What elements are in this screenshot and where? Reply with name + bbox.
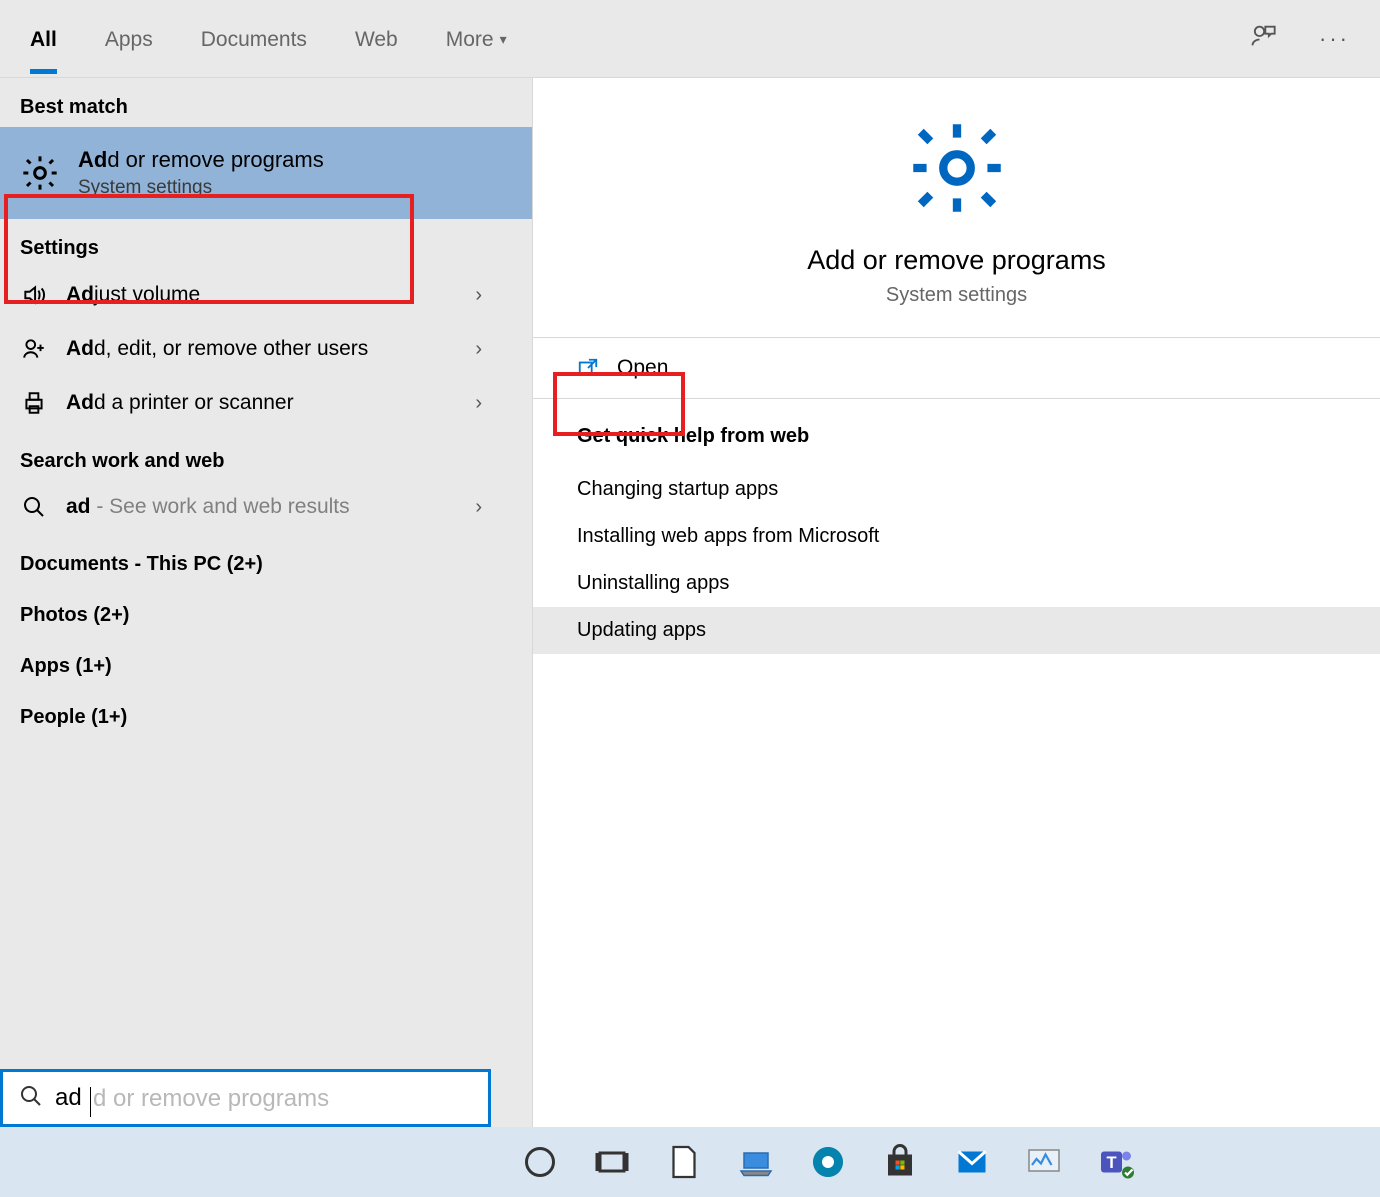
gear-icon-large — [907, 118, 1007, 223]
search-icon — [20, 495, 48, 519]
photos-label[interactable]: Photos (2+) — [0, 584, 532, 635]
svg-text:T: T — [1106, 1154, 1116, 1172]
chevron-right-icon: › — [475, 284, 512, 307]
tab-documents[interactable]: Documents — [201, 4, 307, 74]
teams-icon[interactable]: T — [1096, 1142, 1136, 1182]
quick-help-title: Get quick help from web — [577, 425, 1336, 448]
chevron-right-icon: › — [475, 338, 512, 361]
laptop-icon[interactable] — [736, 1142, 776, 1182]
apps-group-label[interactable]: Apps (1+) — [0, 635, 532, 686]
cortana-icon[interactable] — [520, 1142, 560, 1182]
people-label[interactable]: People (1+) — [0, 686, 532, 737]
libreoffice-icon[interactable] — [664, 1142, 704, 1182]
detail-subtitle: System settings — [886, 284, 1027, 307]
mail-icon[interactable] — [952, 1142, 992, 1182]
filter-tabs: All Apps Documents Web More▾ ··· — [0, 0, 1380, 78]
search-box[interactable] — [0, 1069, 491, 1127]
chevron-right-icon: › — [475, 392, 512, 415]
best-match-item[interactable]: Add or remove programs System settings — [0, 127, 532, 219]
best-match-label: Best match — [0, 78, 532, 127]
web-result-item[interactable]: ad - See work and web results › — [0, 481, 532, 533]
documents-pc-label[interactable]: Documents - This PC (2+) — [0, 533, 532, 584]
help-link-webapps[interactable]: Installing web apps from Microsoft — [533, 513, 1380, 560]
tab-all[interactable]: All — [30, 4, 57, 74]
help-link-update[interactable]: Updating apps — [533, 607, 1380, 654]
tab-web[interactable]: Web — [355, 4, 398, 74]
search-input[interactable] — [55, 1084, 472, 1112]
chevron-right-icon: › — [475, 496, 512, 519]
more-options-icon[interactable]: ··· — [1319, 26, 1350, 52]
settings-item-printer[interactable]: Add a printer or scanner › — [0, 376, 532, 430]
detail-panel: Add or remove programs System settings O… — [533, 78, 1380, 1127]
help-link-uninstall[interactable]: Uninstalling apps — [533, 560, 1380, 607]
monitor-app-icon[interactable] — [1024, 1142, 1064, 1182]
detail-title: Add or remove programs — [807, 245, 1106, 276]
taskbar: T — [0, 1127, 1380, 1197]
help-link-startup[interactable]: Changing startup apps — [533, 466, 1380, 513]
printer-icon — [20, 390, 48, 416]
tab-more[interactable]: More▾ — [446, 4, 507, 74]
gear-icon — [20, 153, 60, 193]
search-icon — [19, 1084, 43, 1113]
edge-icon[interactable] — [808, 1142, 848, 1182]
results-panel: Best match Add or remove programs System… — [0, 78, 533, 1127]
settings-item-users[interactable]: Add, edit, or remove other users › — [0, 322, 532, 376]
settings-item-volume[interactable]: Adjust volume › — [0, 268, 532, 322]
best-match-subtitle: System settings — [78, 177, 324, 199]
user-plus-icon — [20, 336, 48, 362]
feedback-icon[interactable] — [1249, 22, 1277, 55]
best-match-title: Add or remove programs — [78, 147, 324, 173]
settings-label: Settings — [0, 219, 532, 268]
tab-apps[interactable]: Apps — [105, 4, 153, 74]
search-web-label: Search work and web — [0, 430, 532, 481]
text-caret — [90, 1087, 91, 1117]
volume-icon — [20, 282, 48, 308]
task-view-icon[interactable] — [592, 1142, 632, 1182]
store-icon[interactable] — [880, 1142, 920, 1182]
open-button[interactable]: Open — [533, 338, 1380, 398]
